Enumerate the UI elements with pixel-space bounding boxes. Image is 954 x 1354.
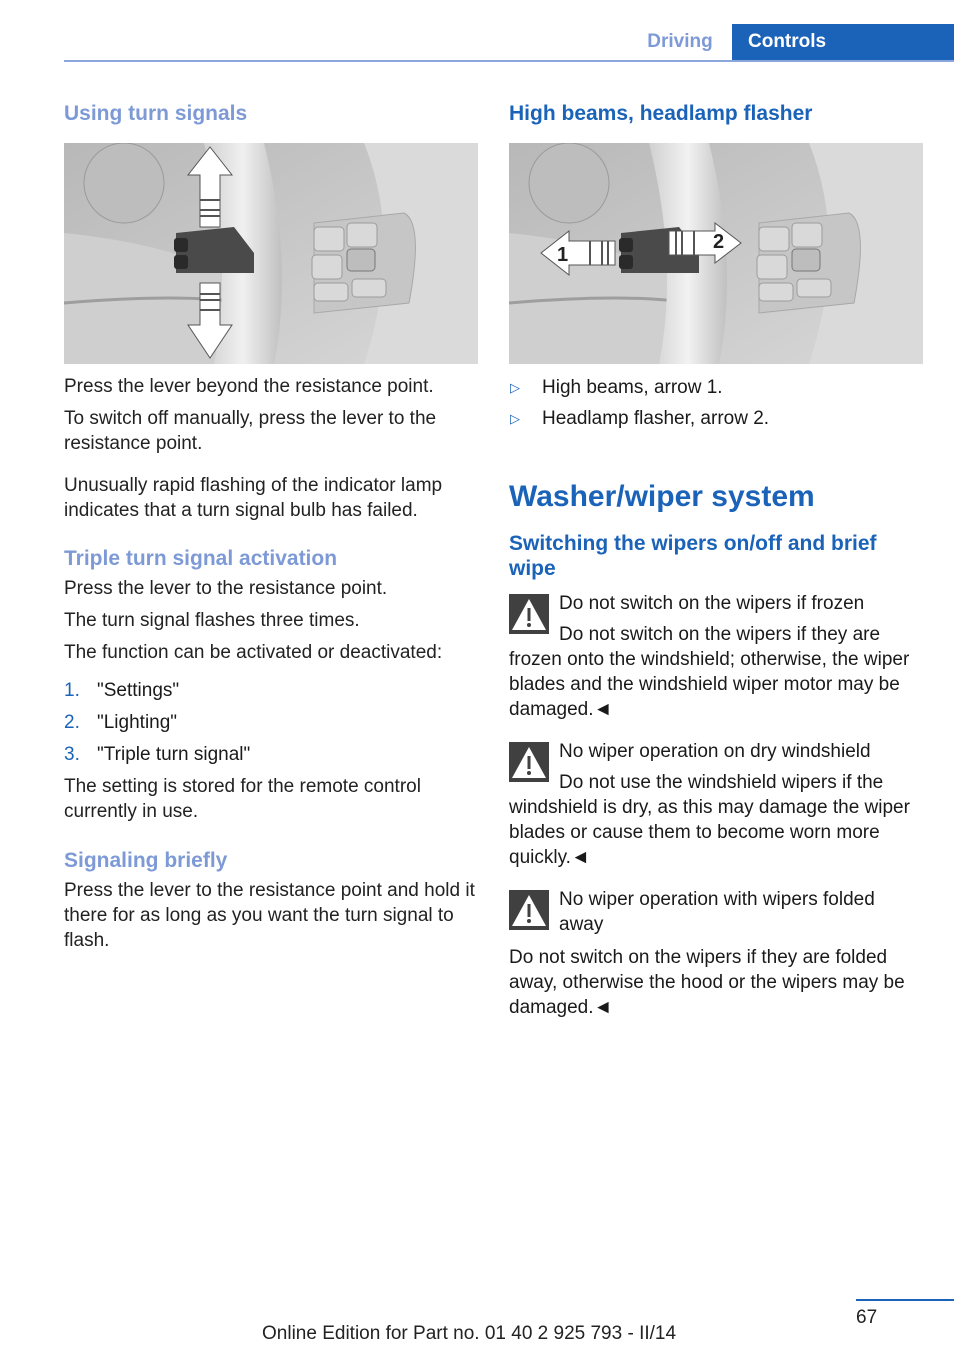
list-item: 1. "Settings"	[64, 678, 478, 703]
warning-body: Do not switch on the wipers if they are …	[509, 624, 910, 720]
step-text: "Settings"	[97, 680, 180, 701]
warning-title: No wiper operation with wipers folded aw…	[559, 889, 875, 935]
warning-title: Do not switch on the wipers if frozen	[559, 593, 865, 614]
warning-title: No wiper operation on dry windshield	[559, 741, 871, 762]
high-beam-bullets: ▷ High beams, arrow 1. ▷ Headlamp flasher,…	[509, 375, 923, 431]
warning-body: Do not switch on the wipers if they are …	[509, 947, 905, 1018]
warning-frozen: Do not switch on the wipers if frozen Do…	[509, 591, 923, 722]
step-number: 2.	[64, 712, 80, 733]
bullet-text: Headlamp flasher, arrow 2.	[542, 408, 770, 429]
arrow-2-label: 2	[713, 231, 724, 253]
paragraph: Press the lever to the resistance point …	[64, 880, 475, 951]
heading-switching-wipers: Switching the wipers on/off and brief wi…	[509, 532, 877, 580]
paragraph: To switch off manually, press the lever …	[64, 408, 437, 454]
high-beam-illustration: 1 2	[509, 143, 923, 364]
paragraph: Press the lever beyond the resistance po…	[64, 376, 434, 397]
step-text: "Lighting"	[97, 712, 178, 733]
section-tab-driving[interactable]: Driving	[628, 24, 732, 60]
page-number: 67	[856, 1307, 878, 1328]
chapter-tab-controls[interactable]: Controls	[732, 24, 954, 62]
heading-high-beams: High beams, headlamp flasher	[509, 102, 813, 125]
heading-signaling-briefly: Signaling briefly	[64, 849, 228, 872]
paragraph: Press the lever to the resistance point.	[64, 578, 388, 599]
arrow-1-label: 1	[557, 244, 568, 266]
bullet-text: High beams, arrow 1.	[542, 377, 723, 398]
settings-steps-list: 1. "Settings" 2. "Lighting" 3. "Triple turn…	[64, 678, 478, 767]
warning-folded-away: No wiper operation with wipers folded aw…	[509, 887, 923, 1020]
warning-body: Do not use the windshield wipers if the …	[509, 772, 910, 868]
left-column: Using turn signals Press the lever beyon…	[64, 100, 478, 953]
footer-rule	[856, 1299, 954, 1301]
turn-signal-lever-figure	[64, 143, 478, 364]
warning-triangle-icon	[509, 742, 549, 782]
bullet-triangle-icon: ▷	[510, 411, 520, 426]
heading-using-turn-signals: Using turn signals	[64, 102, 248, 125]
warning-triangle-icon	[509, 594, 549, 634]
bullet-triangle-icon: ▷	[510, 380, 520, 395]
list-item: ▷ High beams, arrow 1.	[509, 375, 923, 400]
heading-triple-turn-signal: Triple turn signal activation	[64, 547, 338, 570]
paragraph: The setting is stored for the remote con…	[64, 776, 421, 822]
paragraph: The function can be activated or deactiv…	[64, 642, 443, 663]
warning-dry-windshield: No wiper operation on dry windshield Do …	[509, 739, 923, 870]
step-text: "Triple turn signal"	[97, 744, 251, 765]
paragraph: Unusually rapid flashing of the indicato…	[64, 475, 443, 521]
list-item: 3. "Triple turn signal"	[64, 742, 478, 767]
list-item: 2. "Lighting"	[64, 710, 478, 735]
section-title-washer-wiper: Washer/wiper system	[509, 480, 815, 513]
right-column: High beams, headlamp flasher 1 2 ▷ High …	[509, 100, 923, 1020]
list-item: ▷ Headlamp flasher, arrow 2.	[509, 406, 923, 431]
step-number: 3.	[64, 744, 80, 765]
header-rule	[64, 60, 954, 62]
turn-signal-illustration	[64, 143, 478, 364]
step-number: 1.	[64, 680, 80, 701]
warning-triangle-icon	[509, 890, 549, 930]
paragraph: The turn signal flashes three times.	[64, 610, 360, 631]
high-beam-lever-figure: 1 2	[509, 143, 923, 364]
edition-note: Online Edition for Part no. 01 40 2 925 …	[262, 1323, 677, 1344]
